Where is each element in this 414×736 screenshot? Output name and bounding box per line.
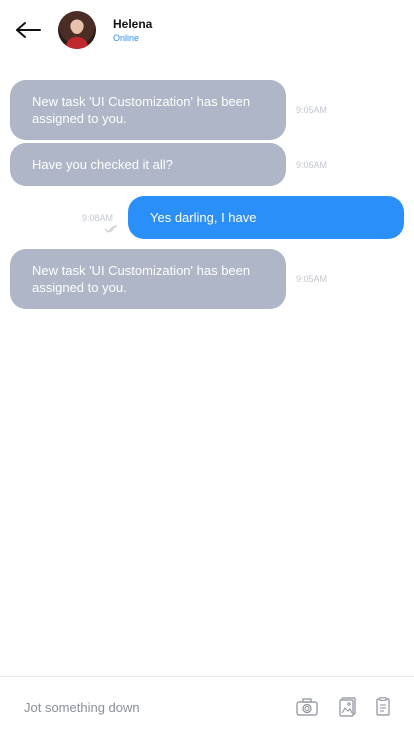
message-time: 9:05AM <box>296 274 328 284</box>
gallery-icon <box>339 697 356 717</box>
contact-status: Online <box>113 33 140 43</box>
avatar-face <box>71 20 83 34</box>
camera-icon <box>296 698 318 716</box>
incoming-bubble[interactable]: New task 'UI Customization' has been ass… <box>10 80 286 140</box>
double-check-icon <box>104 224 118 233</box>
avatar[interactable] <box>58 11 96 49</box>
gallery-button[interactable] <box>337 695 359 719</box>
message-time: 9:05AM <box>296 105 328 115</box>
document-icon <box>376 697 390 716</box>
avatar-dress <box>66 37 88 49</box>
incoming-bubble[interactable]: Have you checked it all? <box>10 143 286 186</box>
back-button[interactable] <box>12 16 44 44</box>
message-time: 9:06AM <box>296 160 328 170</box>
camera-button[interactable] <box>295 695 319 719</box>
message-time: 9:08AM <box>82 213 114 223</box>
outgoing-bubble[interactable]: Yes darling, I have <box>128 196 404 239</box>
chat-header: Helena Online <box>0 0 414 62</box>
incoming-bubble[interactable]: New task 'UI Customization' has been ass… <box>10 249 286 309</box>
arrow-left-icon <box>16 22 41 38</box>
chat-screen: Helena Online New task 'UI Customization… <box>0 0 414 736</box>
contact-name: Helena <box>113 17 153 31</box>
document-button[interactable] <box>373 695 393 719</box>
composer-divider <box>0 676 414 677</box>
message-input[interactable] <box>24 694 274 720</box>
